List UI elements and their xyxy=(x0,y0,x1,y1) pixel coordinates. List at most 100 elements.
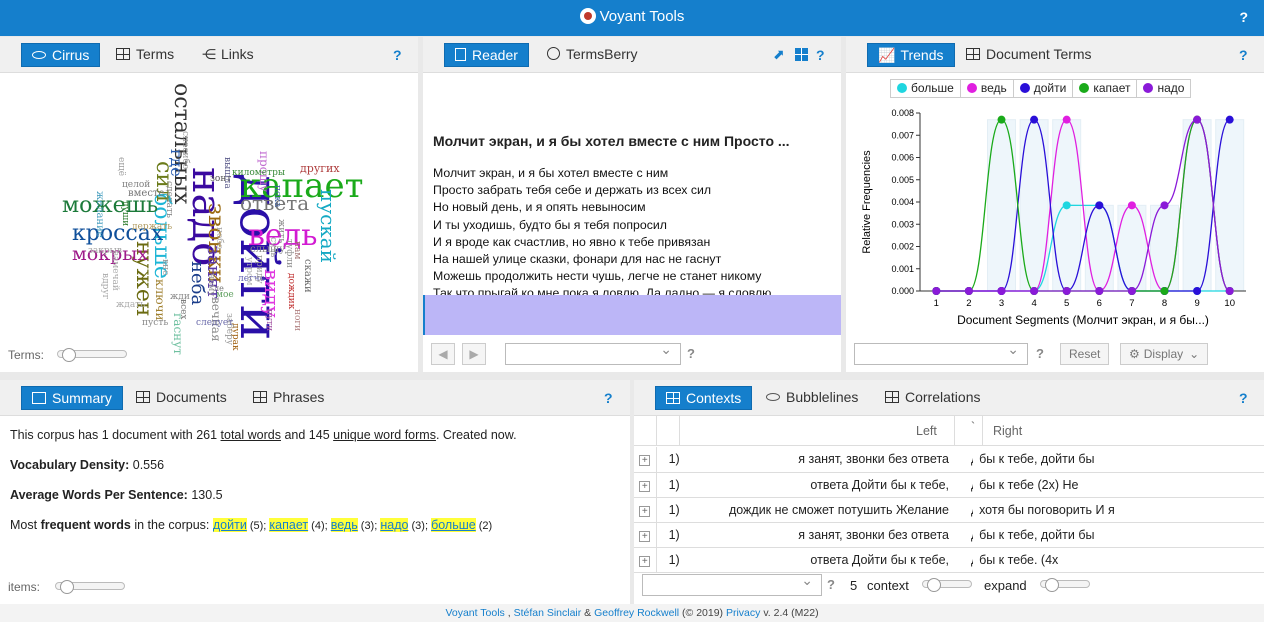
reader-combo-help[interactable]: ? xyxy=(687,346,695,361)
expand-row-icon[interactable]: + xyxy=(634,447,657,473)
tab-bubblelines[interactable]: Bubblelines xyxy=(756,386,868,410)
cloud-word[interactable]: утром xyxy=(244,257,254,285)
tab-cirrus[interactable]: Cirrus xyxy=(21,43,101,67)
cloud-word[interactable]: неба xyxy=(187,261,208,305)
frequent-word-link[interactable]: дойти xyxy=(212,518,247,532)
app-help-button[interactable]: ? xyxy=(1239,9,1248,25)
cloud-word[interactable]: души xyxy=(120,201,130,226)
table-row[interactable]: +1)я занят, звонки без ответадсбы к тебе… xyxy=(634,522,1264,548)
prev-button[interactable]: ◀ xyxy=(431,343,455,365)
footer-sinclair-link[interactable]: Stéfan Sinclair xyxy=(514,607,582,619)
cloud-word[interactable]: вышла xyxy=(222,157,232,189)
legend-item[interactable]: надо xyxy=(1137,80,1190,97)
cloud-word[interactable]: пока xyxy=(272,185,282,207)
display-button[interactable]: ⚙ Display ⌄ xyxy=(1120,343,1208,365)
footer-privacy-link[interactable]: Privacy xyxy=(726,607,760,619)
frequent-word-link[interactable]: капает xyxy=(269,518,309,532)
expand-row-icon[interactable]: + xyxy=(634,472,657,498)
cloud-word[interactable]: ещё xyxy=(116,157,126,176)
legend-item[interactable]: больше xyxy=(891,80,961,97)
cloud-word[interactable]: держать xyxy=(132,223,172,232)
frequent-word-link[interactable]: больше xyxy=(431,518,476,532)
plus-icon[interactable]: + xyxy=(639,530,651,542)
tab-termsberry[interactable]: TermsBerry xyxy=(537,43,648,67)
cloud-word[interactable]: спасибо xyxy=(180,131,190,169)
tab-phrases[interactable]: Phrases xyxy=(243,386,334,410)
plus-icon[interactable]: + xyxy=(639,505,651,517)
expand-slider[interactable] xyxy=(1040,578,1090,592)
summary-help-button[interactable]: ? xyxy=(604,390,613,406)
export-icon[interactable]: ⬈ xyxy=(773,46,785,63)
table-row[interactable]: +1)ответа Дойти бы к тебе,дсбы к тебе. (… xyxy=(634,547,1264,573)
document-progress-bar[interactable] xyxy=(423,295,841,335)
expand-row-icon[interactable]: + xyxy=(634,497,657,523)
next-button[interactable]: ▶ xyxy=(462,343,486,365)
cloud-word[interactable]: вдруг xyxy=(100,273,110,299)
terms-slider[interactable] xyxy=(57,348,127,362)
trends-combo-help[interactable]: ? xyxy=(1036,346,1044,361)
table-row[interactable]: +1)дождик не сможет потушить Желаниедсхо… xyxy=(634,497,1264,523)
context-slider[interactable] xyxy=(922,578,972,592)
cloud-word[interactable]: скажи xyxy=(302,259,313,293)
windows-icon[interactable] xyxy=(795,48,808,61)
contexts-term-combo[interactable] xyxy=(642,572,822,596)
cirrus-help-button[interactable]: ? xyxy=(393,47,402,63)
cloud-word[interactable]: всех xyxy=(178,299,188,320)
plus-icon[interactable]: + xyxy=(639,555,651,567)
cloud-word[interactable]: ле xyxy=(214,285,224,293)
cloud-word[interactable]: замечай xyxy=(110,251,120,291)
legend-item[interactable]: дойти xyxy=(1014,80,1074,97)
cloud-word[interactable]: суть xyxy=(268,237,278,257)
footer-voyant-link[interactable]: Voyant Tools xyxy=(445,607,504,619)
cloud-word[interactable]: пускай xyxy=(316,189,340,263)
cloud-word[interactable]: желание xyxy=(94,191,105,238)
cloud-word[interactable]: следует xyxy=(196,319,233,328)
plus-icon[interactable]: + xyxy=(639,480,651,492)
cloud-word[interactable]: небо xyxy=(214,227,224,249)
tab-document-terms[interactable]: Document Terms xyxy=(956,43,1102,67)
cloud-word[interactable]: ноги xyxy=(292,309,302,331)
cloud-word[interactable]: приду xyxy=(254,255,264,284)
cloud-word[interactable]: нам xyxy=(292,241,302,259)
table-row[interactable]: +1)ответа Дойти бы к тебе,дсбы к тебе (2… xyxy=(634,472,1264,498)
col-right-header[interactable]: Right xyxy=(993,424,1022,438)
expand-row-icon[interactable]: + xyxy=(634,547,657,573)
tab-correlations[interactable]: Correlations xyxy=(875,386,990,410)
col-left-header[interactable]: Left xyxy=(916,424,937,438)
legend-item[interactable]: ведь xyxy=(961,80,1014,97)
tab-links[interactable]: ⋲ Links xyxy=(192,43,264,67)
cloud-word[interactable]: ждать xyxy=(116,301,145,310)
tab-terms[interactable]: Terms xyxy=(106,43,184,67)
trends-term-combo[interactable] xyxy=(854,341,1028,365)
unique-words-link[interactable]: unique word forms xyxy=(333,428,436,442)
cloud-word[interactable]: ключи xyxy=(153,279,167,321)
expand-row-icon[interactable]: + xyxy=(634,522,657,548)
legend-item[interactable]: капает xyxy=(1073,80,1138,97)
cloud-word[interactable]: километры xyxy=(232,169,285,178)
footer-rockwell-link[interactable]: Geoffrey Rockwell xyxy=(594,607,679,619)
tab-contexts[interactable]: Contexts xyxy=(655,386,753,410)
cloud-word[interactable]: других xyxy=(300,163,340,174)
trends-help-button[interactable]: ? xyxy=(1239,47,1248,63)
frequent-word-link[interactable]: ведь xyxy=(330,518,358,532)
cloud-word[interactable]: вместе xyxy=(128,189,164,199)
items-slider[interactable] xyxy=(55,580,125,594)
tab-trends[interactable]: 📈 Trends xyxy=(867,43,955,67)
cloud-word[interactable]: целой xyxy=(122,181,150,190)
table-row[interactable]: +1)я занят, звонки без ответадсбы к тебе… xyxy=(634,447,1264,473)
reader-term-combo[interactable] xyxy=(505,341,681,365)
cloud-word[interactable]: пусть xyxy=(142,319,168,328)
cloud-word[interactable]: жди xyxy=(170,293,190,302)
reset-button[interactable]: Reset xyxy=(1060,343,1110,365)
total-words-link[interactable]: total words xyxy=(221,428,281,442)
cloud-word[interactable]: дождик xyxy=(286,273,296,309)
cloud-word[interactable]: пути xyxy=(264,309,274,331)
tab-documents[interactable]: Documents xyxy=(126,386,237,410)
cloud-word[interactable]: сделать xyxy=(164,181,174,218)
tab-reader[interactable]: Reader xyxy=(444,43,529,67)
cloud-word[interactable]: вне xyxy=(160,259,170,275)
plus-icon[interactable]: + xyxy=(639,455,651,467)
col-term-header[interactable]: ` xyxy=(971,420,975,434)
reader-help-button[interactable]: ? xyxy=(816,47,825,63)
contexts-help-button[interactable]: ? xyxy=(1239,390,1248,406)
